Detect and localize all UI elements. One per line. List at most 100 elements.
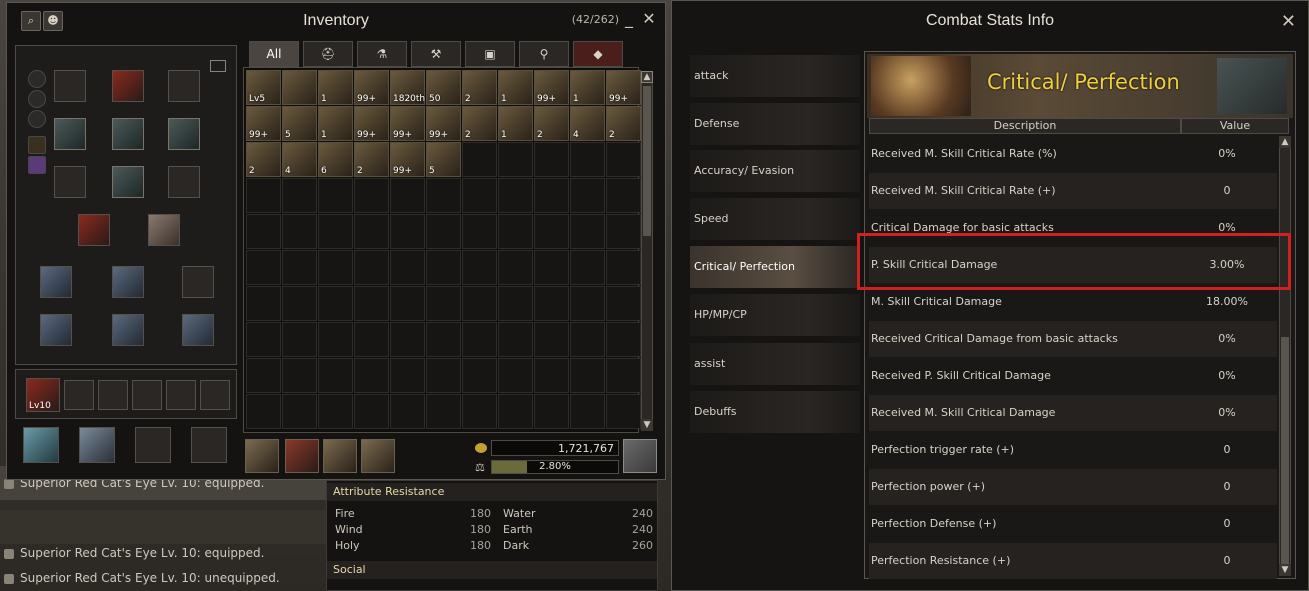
jewel-slot[interactable] xyxy=(64,380,94,410)
scroll-thumb[interactable] xyxy=(1281,337,1289,567)
inventory-cell[interactable] xyxy=(354,358,389,393)
inventory-cell[interactable] xyxy=(534,394,569,429)
inventory-cell[interactable] xyxy=(534,250,569,285)
inventory-cell[interactable] xyxy=(498,394,533,429)
inventory-cell[interactable] xyxy=(534,358,569,393)
inventory-cell[interactable] xyxy=(570,214,605,249)
inventory-cell[interactable]: 99+ xyxy=(390,142,425,177)
jewel-slot[interactable] xyxy=(166,380,196,410)
inventory-cell[interactable]: 2 xyxy=(462,106,497,141)
necklace-slot[interactable] xyxy=(40,266,72,298)
inventory-cell[interactable]: 1 xyxy=(570,70,605,105)
inventory-cell[interactable] xyxy=(570,394,605,429)
inventory-cell[interactable] xyxy=(282,322,317,357)
inventory-cell[interactable] xyxy=(606,358,641,393)
inventory-cell[interactable]: 1 xyxy=(498,70,533,105)
inventory-cell[interactable]: 1 xyxy=(318,70,353,105)
cloak-slot[interactable] xyxy=(54,166,86,198)
inventory-cell[interactable] xyxy=(246,322,281,357)
inventory-cell[interactable] xyxy=(354,214,389,249)
inventory-cell[interactable] xyxy=(606,394,641,429)
inventory-cell[interactable]: Lv5 xyxy=(246,70,281,105)
minimize-button[interactable]: _ xyxy=(621,11,637,27)
inventory-cell[interactable] xyxy=(282,70,317,105)
inventory-cell[interactable] xyxy=(606,250,641,285)
inventory-cell[interactable] xyxy=(570,178,605,213)
inventory-cell[interactable]: 99+ xyxy=(606,70,641,105)
artifact-slot[interactable] xyxy=(191,427,227,463)
inventory-cell[interactable] xyxy=(462,250,497,285)
earring-right-slot[interactable] xyxy=(168,70,200,102)
ring-slot[interactable] xyxy=(112,266,144,298)
scroll-up-icon[interactable]: ▲ xyxy=(1279,136,1291,148)
inventory-cell[interactable] xyxy=(246,358,281,393)
category-hp-mp-cp[interactable]: HP/MP/CP xyxy=(690,294,860,336)
inventory-cell[interactable] xyxy=(606,286,641,321)
inventory-cell[interactable] xyxy=(570,322,605,357)
helmet-slot[interactable] xyxy=(112,70,144,102)
expand-icon[interactable] xyxy=(210,60,226,72)
stats-scrollbar[interactable]: ▲ ▼ xyxy=(1279,136,1291,576)
grid-scrollbar[interactable]: ▲ ▼ xyxy=(641,71,653,431)
inventory-cell[interactable] xyxy=(318,286,353,321)
belt-slot[interactable] xyxy=(168,166,200,198)
inventory-cell[interactable] xyxy=(354,394,389,429)
tab-equipment[interactable]: ⛑ xyxy=(303,41,353,67)
inventory-cell[interactable] xyxy=(606,214,641,249)
inventory-cell[interactable] xyxy=(354,322,389,357)
inventory-cell[interactable] xyxy=(354,178,389,213)
category-critical-perfection[interactable]: Critical/ Perfection xyxy=(690,246,860,288)
inventory-cell[interactable] xyxy=(534,214,569,249)
inventory-cell[interactable]: 50 xyxy=(426,70,461,105)
boots-slot[interactable] xyxy=(112,166,144,198)
inventory-cell[interactable] xyxy=(282,250,317,285)
leggings-slot[interactable] xyxy=(168,118,200,150)
inventory-cell[interactable] xyxy=(606,178,641,213)
inventory-cell[interactable] xyxy=(534,178,569,213)
inventory-cell[interactable]: 99+ xyxy=(390,106,425,141)
enchant-button[interactable] xyxy=(361,439,395,473)
artifact-slot[interactable] xyxy=(79,427,115,463)
inventory-cell[interactable] xyxy=(390,286,425,321)
inventory-cell[interactable]: 2 xyxy=(462,70,497,105)
inventory-cell[interactable] xyxy=(246,394,281,429)
grid-toggle-icon[interactable] xyxy=(641,71,653,83)
inventory-cell[interactable] xyxy=(462,178,497,213)
inventory-cell[interactable] xyxy=(318,322,353,357)
brooch-slot[interactable] xyxy=(28,156,46,174)
ring-right-slot[interactable] xyxy=(182,314,214,346)
inventory-cell[interactable] xyxy=(498,358,533,393)
category-defense[interactable]: Defense xyxy=(690,103,860,145)
inventory-cell[interactable] xyxy=(318,394,353,429)
inventory-cell[interactable] xyxy=(462,214,497,249)
inventory-cell[interactable] xyxy=(426,358,461,393)
talisman-slot[interactable] xyxy=(28,136,46,154)
inventory-cell[interactable]: 99+ xyxy=(354,106,389,141)
inventory-cell[interactable] xyxy=(498,322,533,357)
inventory-cell[interactable] xyxy=(282,394,317,429)
rune-slot[interactable] xyxy=(28,110,46,128)
inventory-cell[interactable] xyxy=(426,178,461,213)
inventory-cell[interactable] xyxy=(390,214,425,249)
inventory-cell[interactable] xyxy=(426,250,461,285)
inventory-cell[interactable] xyxy=(570,286,605,321)
inventory-cell[interactable]: 2 xyxy=(606,106,641,141)
inventory-cell[interactable] xyxy=(570,358,605,393)
inventory-cell[interactable]: 5 xyxy=(282,106,317,141)
rune-slot[interactable] xyxy=(28,90,46,108)
earring-left-slot[interactable] xyxy=(54,70,86,102)
inventory-cell[interactable] xyxy=(534,322,569,357)
armor-slot[interactable] xyxy=(112,118,144,150)
inventory-cell[interactable] xyxy=(318,250,353,285)
inventory-cell[interactable] xyxy=(318,178,353,213)
shield-slot[interactable] xyxy=(148,214,180,246)
artifact-slot[interactable] xyxy=(135,427,171,463)
inventory-cell[interactable]: 2 xyxy=(354,142,389,177)
inventory-cell[interactable]: 5 xyxy=(426,142,461,177)
tab-materials[interactable]: ⚒ xyxy=(411,41,461,67)
inventory-cell[interactable] xyxy=(246,286,281,321)
inventory-cell[interactable] xyxy=(390,250,425,285)
inventory-cell[interactable]: 99+ xyxy=(426,106,461,141)
trash-icon[interactable] xyxy=(623,439,657,473)
jewel-slot[interactable] xyxy=(98,380,128,410)
